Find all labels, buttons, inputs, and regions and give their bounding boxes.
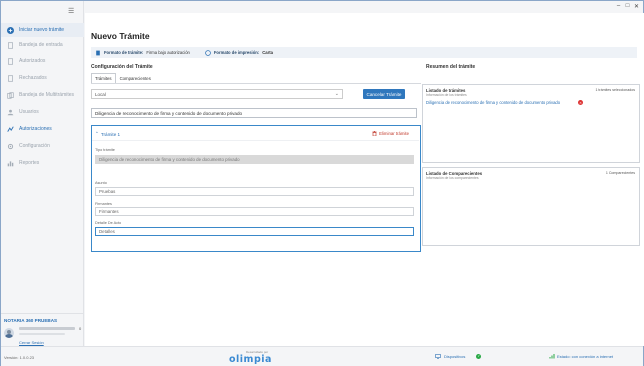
summary-panel: Listado de trámites Información de los t…	[422, 73, 640, 248]
divider	[92, 140, 419, 141]
tramite-header[interactable]: ⌃ Trámite 1	[95, 131, 120, 137]
app-window: ☰ Iniciar nuevo trámite Bandeja de entra…	[0, 0, 644, 366]
connection-label: Estado: con conexión a internet	[557, 354, 614, 359]
bar-chart-icon	[6, 159, 14, 167]
device-icon	[435, 354, 441, 359]
minimize-button[interactable]: –	[614, 3, 623, 9]
location-select-value: Local	[95, 91, 106, 97]
tramites-list-card: Listado de trámites Información de los t…	[422, 84, 640, 163]
sidebar-item-label: Bandeja de Multitrámites	[19, 92, 75, 98]
document-check-icon	[6, 57, 14, 65]
format-info-bar: Formato de trámite: Firma bajo autorizac…	[91, 47, 637, 58]
version-text: Versión: 1.0.0.23	[4, 355, 35, 360]
document-icon	[6, 41, 14, 49]
sidebar-item-usuarios[interactable]: Usuarios	[1, 105, 84, 119]
location-select[interactable]: Local ⌄	[91, 89, 343, 99]
sidebar-item-label: Autorizaciones	[19, 126, 52, 132]
document-x-icon	[6, 74, 14, 82]
detalle-acto-field[interactable]: Detalles	[95, 227, 414, 236]
avatar	[4, 328, 14, 338]
config-panel: Trámites Comparecientes Local ⌄ Cancelar…	[91, 73, 421, 252]
logout-link[interactable]: Cerrar Sesión	[19, 340, 44, 345]
gear-icon	[6, 142, 14, 150]
tramite-header-label: Trámite 1	[100, 131, 121, 137]
connection-status: Estado: con conexión a internet	[549, 354, 613, 359]
firmantes-field[interactable]: Firmantes	[95, 207, 414, 216]
maximize-button[interactable]: □	[623, 3, 632, 9]
format-value: Firma bajo autorización	[146, 50, 190, 55]
print-value: Carta	[262, 50, 273, 55]
sidebar-item-label: Bandeja de entrada	[19, 42, 63, 48]
user-name-redacted	[19, 327, 75, 330]
notification-count: 0	[79, 326, 82, 331]
chevron-down-icon: ⌄	[334, 91, 339, 97]
network-icon	[549, 354, 555, 359]
plus-circle-icon	[6, 26, 14, 34]
sidebar-item-autorizados[interactable]: Autorizados	[1, 54, 84, 68]
signature-icon	[6, 125, 14, 133]
document-format-icon	[96, 50, 100, 55]
notaria-title: NOTARIA 360 PRUEBAS	[4, 318, 58, 323]
tipo-tramite-field: Diligencia de reconocimento de firma y c…	[95, 155, 414, 164]
format-label: Formato de trámite:	[104, 50, 144, 55]
sidebar-item-iniciar-tramite[interactable]: Iniciar nuevo trámite	[1, 23, 84, 37]
summary-section-title: Resumen del trámite	[426, 64, 476, 70]
user-email-redacted	[19, 333, 65, 335]
sidebar-item-configuracion[interactable]: Configuración	[1, 139, 84, 153]
tab-tramites[interactable]: Trámites	[91, 73, 116, 83]
sidebar-item-rechazados[interactable]: Rechazados	[1, 71, 84, 85]
hamburger-menu-icon[interactable]: ☰	[68, 7, 74, 15]
sidebar-item-reportes[interactable]: Reportes	[1, 156, 84, 170]
olimpia-logo: olimpia	[229, 354, 272, 365]
sidebar-item-label: Autorizados	[19, 58, 46, 64]
print-label: Formato de impresión:	[213, 50, 260, 55]
close-button[interactable]: ✕	[632, 3, 641, 10]
sidebar-item-autorizaciones[interactable]: Autorizaciones	[1, 122, 84, 136]
sidebar-item-label: Usuarios	[19, 109, 39, 115]
comparecientes-list-card: Listado de Comparecientes Información de…	[422, 167, 640, 246]
check-icon: ✓	[476, 354, 482, 359]
chevron-up-icon: ⌃	[95, 131, 99, 136]
tab-divider	[91, 83, 421, 84]
sidebar-item-multitramites[interactable]: Bandeja de Multitrámites	[1, 88, 84, 102]
tramites-count: 1 trámites seleccionados	[595, 88, 635, 92]
delete-tramite-label: Eliminar trámite	[379, 131, 409, 136]
tramite-list-item[interactable]: Diligencia de reconocimento de firma y c…	[426, 100, 560, 105]
user-panel: NOTARIA 360 PRUEBAS 0 Cerrar Sesión	[1, 313, 84, 346]
asunto-label: Asunto	[95, 181, 107, 185]
documents-icon	[6, 91, 14, 99]
comparecientes-list-subtitle: Información de los comparecientes	[426, 176, 479, 180]
tramite-card: ⌃ Trámite 1 Eliminar trámite Tipo trámit…	[91, 125, 421, 252]
asunto-field[interactable]: Pruebas	[95, 187, 414, 196]
firmantes-label: Firmantes	[95, 202, 112, 206]
user-icon	[6, 108, 14, 116]
delete-tramite-button[interactable]: Eliminar trámite	[372, 131, 409, 136]
devices-label: Dispositivos	[444, 354, 466, 359]
tab-bar: Trámites Comparecientes	[91, 73, 155, 83]
status-bar: Versión: 1.0.0.23 Desarrollado por olimp…	[1, 346, 643, 366]
comparecientes-count: 1 Comparecientes	[605, 171, 635, 175]
cancel-tramite-button[interactable]: Cancelar Trámite	[363, 89, 405, 99]
sidebar-item-label: Configuración	[19, 143, 50, 149]
config-section-title: Configuración del Trámite	[91, 64, 153, 70]
sidebar-item-label: Reportes	[19, 160, 40, 166]
sidebar-item-bandeja-entrada[interactable]: Bandeja de entrada	[1, 38, 84, 52]
remove-tramite-icon[interactable]: ×	[578, 100, 583, 105]
tipo-tramite-label: Tipo trámite	[95, 148, 115, 152]
sidebar-item-label: Rechazados	[19, 75, 47, 81]
tab-comparecientes[interactable]: Comparecientes	[116, 73, 155, 83]
print-format-icon	[205, 49, 211, 56]
sidebar: ☰ Iniciar nuevo trámite Bandeja de entra…	[1, 1, 84, 346]
detalle-acto-label: Detalle De Acto	[95, 221, 122, 225]
page-title: Nuevo Trámite	[91, 31, 150, 41]
title-bar: – □ ✕	[84, 1, 643, 13]
trash-icon	[372, 131, 377, 136]
main-content: Nuevo Trámite Formato de trámite: Firma …	[85, 13, 644, 346]
sidebar-item-label: Iniciar nuevo trámite	[19, 27, 65, 33]
devices-status[interactable]: Dispositivos ✓	[435, 354, 482, 359]
tramites-list-subtitle: Información de los trámites	[426, 93, 467, 97]
tramite-name-input[interactable]: Diligencia de reconocimento de firma y c…	[91, 108, 417, 118]
